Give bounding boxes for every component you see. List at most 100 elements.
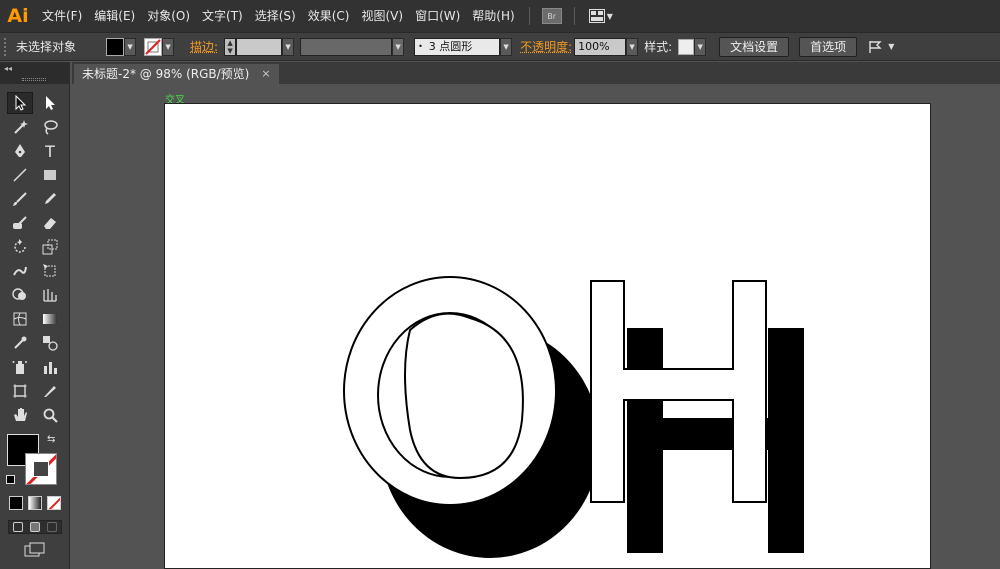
style-label: 样式: <box>644 40 673 54</box>
stroke-color-swatch[interactable] <box>144 37 163 56</box>
pencil-tool[interactable] <box>37 188 63 210</box>
free-transform-icon <box>43 264 56 277</box>
menu-object[interactable]: 对象(O) <box>141 0 196 32</box>
document-tab[interactable]: 未标题-2* @ 98% (RGB/预览) × <box>74 64 279 84</box>
rotate-tool[interactable] <box>7 236 33 258</box>
stroke-label[interactable]: 描边: <box>190 38 218 55</box>
magnifier-icon <box>43 408 58 423</box>
lasso-tool[interactable] <box>37 116 63 138</box>
menu-window[interactable]: 窗口(W) <box>409 0 466 32</box>
brush-value: 3 点圆形 <box>428 39 473 53</box>
menu-edit[interactable]: 编辑(E) <box>88 0 141 32</box>
pen-icon <box>15 144 25 157</box>
panel-menu-button[interactable]: ▼ <box>868 40 894 54</box>
draw-inside-icon[interactable] <box>47 522 58 532</box>
bridge-button[interactable]: Br <box>541 8 562 24</box>
draw-behind-icon[interactable] <box>29 522 40 532</box>
magic-wand-tool[interactable] <box>7 116 33 138</box>
flag-icon <box>869 40 882 53</box>
panel-grip[interactable] <box>4 37 10 56</box>
close-icon[interactable]: × <box>261 64 270 84</box>
stroke-weight-spinner[interactable]: ▲ ▼ <box>224 37 237 56</box>
menu-view[interactable]: 视图(V) <box>355 0 409 32</box>
stroke-weight-dropdown-icon[interactable]: ▼ <box>282 37 295 56</box>
variable-width-profile[interactable] <box>300 37 393 56</box>
selection-tool[interactable] <box>7 92 33 114</box>
gradient-icon <box>43 314 57 324</box>
stroke-dropdown-icon[interactable]: ▼ <box>162 37 175 56</box>
stroke-weight-field[interactable] <box>236 37 283 56</box>
perspective-grid-icon <box>43 289 57 302</box>
color-mode-button[interactable] <box>9 496 23 510</box>
free-transform-tool[interactable] <box>37 260 63 282</box>
direct-selection-tool[interactable] <box>37 92 63 114</box>
zoom-tool[interactable] <box>37 404 63 426</box>
shadow-letter-h[interactable] <box>627 328 804 553</box>
scale-tool[interactable] <box>37 236 63 258</box>
style-dropdown-icon[interactable]: ▼ <box>694 37 707 56</box>
fill-color-swatch[interactable] <box>106 37 125 56</box>
mesh-tool[interactable] <box>7 308 33 330</box>
arrange-documents-icon <box>588 9 605 23</box>
paintbrush-icon <box>13 192 27 206</box>
menu-select[interactable]: 选择(S) <box>249 0 302 32</box>
eraser-tool[interactable] <box>37 212 63 234</box>
document-setup-button[interactable]: 文档设置 <box>719 36 790 57</box>
line-segment-tool[interactable] <box>7 164 33 186</box>
perspective-grid-tool[interactable] <box>37 284 63 306</box>
stroke-inner-icon <box>33 461 49 477</box>
type-t-icon: T <box>45 141 55 161</box>
screen-mode-button[interactable] <box>24 542 46 561</box>
default-colors-icon[interactable] <box>6 475 15 484</box>
line-segment-icon <box>13 168 27 182</box>
swap-colors-icon[interactable]: ⇆ <box>47 434 55 445</box>
scale-icon <box>42 239 58 255</box>
collapse-panel-icon[interactable]: ◂◂ <box>4 64 12 73</box>
preferences-button[interactable]: 首选项 <box>799 36 858 57</box>
graphic-style-swatch[interactable] <box>678 38 695 55</box>
pen-tool[interactable] <box>7 140 33 162</box>
artboard-tool[interactable] <box>7 380 33 402</box>
warp-tool[interactable] <box>7 260 33 282</box>
eyedropper-tool[interactable] <box>7 332 33 354</box>
rectangle-tool[interactable] <box>37 164 63 186</box>
arrange-documents-button[interactable]: ▼ <box>588 9 613 23</box>
opacity-label[interactable]: 不透明度: <box>520 38 572 55</box>
outline-letter-h[interactable] <box>590 280 767 503</box>
fill-dropdown-icon[interactable]: ▼ <box>124 37 137 56</box>
opacity-dropdown-icon[interactable]: ▼ <box>626 37 639 56</box>
chevron-down-icon: ▼ <box>888 42 895 51</box>
canvas-area[interactable]: 交叉 <box>72 84 1000 569</box>
opacity-field[interactable]: 100% <box>574 37 627 56</box>
stroke-color-box[interactable] <box>25 453 57 485</box>
none-mode-button[interactable] <box>47 496 61 510</box>
selection-arrow-icon <box>15 95 27 111</box>
blend-tool[interactable] <box>37 332 63 354</box>
gradient-tool[interactable] <box>37 308 63 330</box>
slice-icon <box>44 386 56 397</box>
profile-dropdown-icon[interactable]: ▼ <box>392 37 405 56</box>
slice-tool[interactable] <box>37 380 63 402</box>
shape-builder-tool[interactable] <box>7 284 33 306</box>
menu-effect[interactable]: 效果(C) <box>302 0 356 32</box>
artwork-oh[interactable] <box>72 84 1000 569</box>
brush-definition[interactable]: • 3 点圆形 <box>414 37 501 56</box>
column-graph-tool[interactable] <box>37 356 63 378</box>
blob-brush-tool[interactable] <box>7 212 33 234</box>
panel-grip[interactable] <box>22 78 46 81</box>
hand-tool[interactable] <box>7 404 33 426</box>
menu-help[interactable]: 帮助(H) <box>466 0 520 32</box>
menu-divider <box>573 7 575 25</box>
gradient-mode-button[interactable] <box>28 496 42 510</box>
drawing-modes <box>8 520 62 534</box>
brush-dropdown-icon[interactable]: ▼ <box>500 37 513 56</box>
column-graph-icon <box>44 362 57 374</box>
document-tab-title: 未标题-2* @ 98% (RGB/预览) <box>82 67 250 81</box>
paintbrush-tool[interactable] <box>7 188 33 210</box>
outline-letter-o[interactable] <box>343 276 557 506</box>
symbol-sprayer-tool[interactable] <box>7 356 33 378</box>
menu-file[interactable]: 文件(F) <box>36 0 88 32</box>
type-tool[interactable]: T <box>37 140 63 162</box>
menu-type[interactable]: 文字(T) <box>196 0 249 32</box>
draw-normal-icon[interactable] <box>12 522 23 532</box>
